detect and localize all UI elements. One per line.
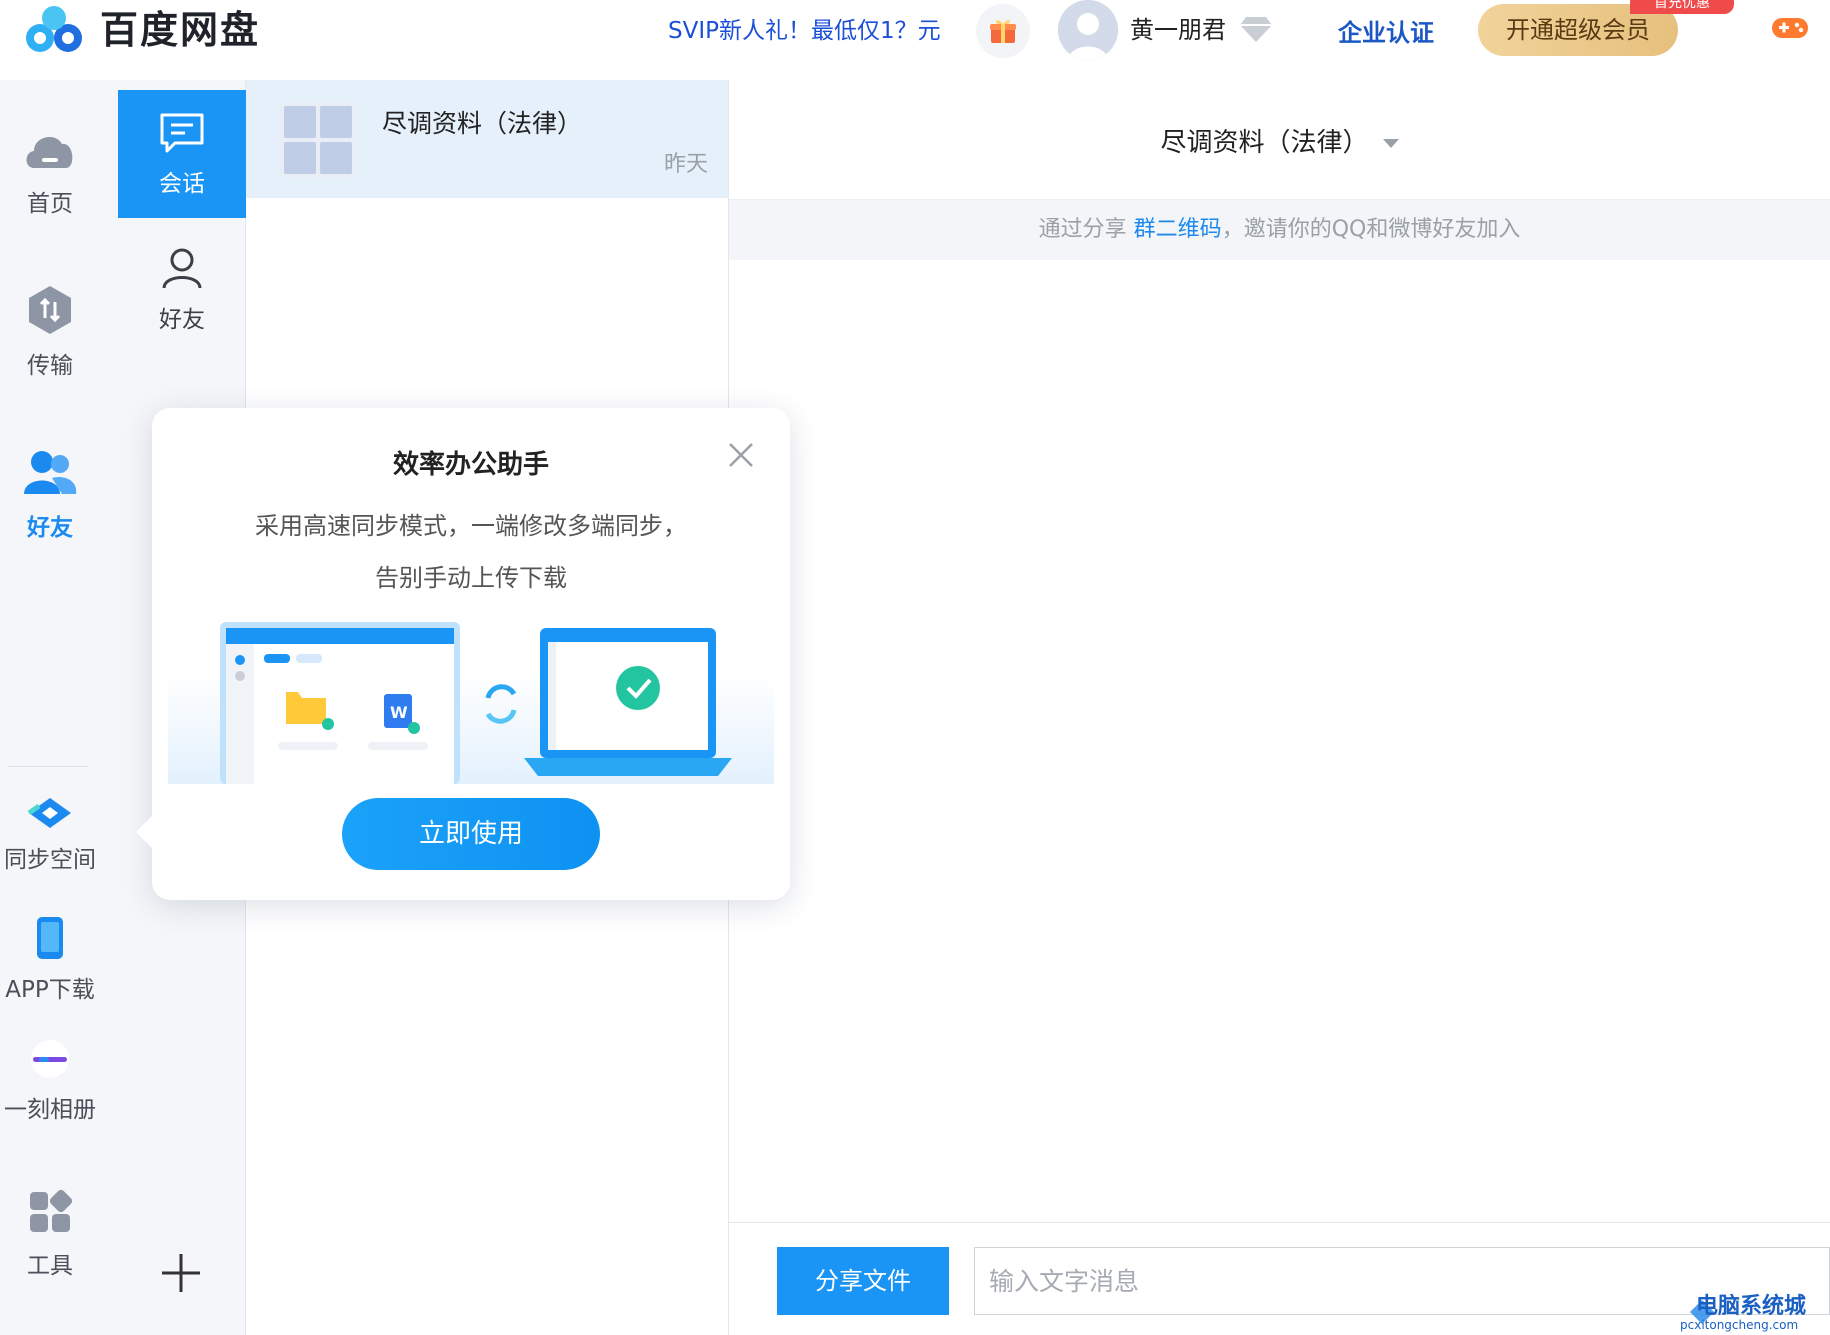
transfer-icon (29, 286, 71, 334)
vip-badge: 首充优惠 (1630, 0, 1734, 14)
chat-icon (160, 113, 204, 153)
efficiency-assistant-popup: 效率办公助手 采用高速同步模式，一端修改多端同步， 告别手动上传下载 W 立即使… (136, 408, 790, 900)
chat-title[interactable]: 尽调资料（法律） (729, 122, 1830, 159)
person-icon (162, 248, 202, 289)
app-title: 百度网盘 (100, 8, 261, 52)
conversation-time: 昨天 (663, 152, 708, 177)
invite-bar: 通过分享 群二维码，邀请你的QQ和微博好友加入 (729, 200, 1830, 260)
nav-item-friends[interactable]: 好友 (0, 448, 100, 542)
group-avatar (280, 102, 356, 178)
avatar-placeholder-icon (1058, 0, 1118, 60)
cloud-icon (26, 136, 73, 168)
nav-item-app-download[interactable]: APP下载 (0, 916, 100, 1004)
invite-prefix: 通过分享 (1038, 217, 1127, 242)
svg-text:W: W (390, 703, 408, 722)
tools-icon (30, 1189, 73, 1232)
popup-title: 效率办公助手 (392, 450, 549, 480)
nav-label-transfer: 传输 (27, 353, 73, 379)
nav-item-tools[interactable]: 工具 (0, 1188, 100, 1280)
watermark-text: 电脑系统城 (1696, 1294, 1807, 1319)
use-now-button[interactable]: 立即使用 (342, 798, 600, 870)
nav-label-sync-space: 同步空间 (4, 847, 96, 873)
group-qrcode-link[interactable]: 群二维码 (1134, 217, 1222, 242)
popup-arrow (136, 816, 152, 848)
svip-promo-link[interactable]: SVIP新人礼！最低仅1？元 (668, 12, 941, 50)
popup-description: 采用高速同步模式，一端修改多端同步， 告别手动上传下载 (152, 500, 790, 604)
popup-desc-line2: 告别手动上传下载 (375, 564, 567, 592)
subnav-label-chats: 会话 (159, 171, 205, 197)
watermark-url: pcxitongcheng.com (1680, 1318, 1799, 1332)
close-icon[interactable] (726, 440, 756, 470)
baidu-netdisk-logo (26, 6, 82, 52)
nav-item-sync-space[interactable]: 同步空间 (0, 796, 100, 874)
conversation-item[interactable]: 尽调资料（法律） 昨天 (246, 80, 728, 198)
phone-icon (37, 917, 63, 959)
nav-label-tools: 工具 (27, 1253, 73, 1279)
user-avatar[interactable] (1058, 0, 1118, 60)
nav-item-transfer[interactable]: 传输 (0, 284, 100, 380)
sync-illustration: W (168, 622, 774, 784)
nav-divider (8, 766, 88, 767)
subnav-item-friends[interactable]: 好友 (118, 246, 246, 366)
nav-item-home[interactable]: 首页 (0, 124, 100, 218)
gift-button[interactable] (976, 4, 1030, 58)
subnav-item-chats[interactable]: 会话 (118, 90, 246, 218)
share-file-button[interactable]: 分享文件 (777, 1247, 949, 1315)
diamond-icon[interactable] (1238, 14, 1274, 44)
gift-icon (990, 20, 1016, 43)
nav-label-home: 首页 (27, 191, 73, 217)
add-icon[interactable] (160, 1252, 202, 1294)
app-window: 百度网盘 SVIP新人礼！最低仅1？元 黄一朋君 企业认证 开通超级会员 首充优… (0, 0, 1830, 1335)
popup-desc-line1: 采用高速同步模式，一端修改多端同步， (255, 512, 687, 540)
friends-icon (24, 451, 77, 494)
enterprise-verify-link[interactable]: 企业认证 (1338, 14, 1434, 52)
nav-label-friends: 好友 (27, 515, 73, 541)
chat-title-text: 尽调资料（法律） (1160, 128, 1369, 158)
subnav-label-friends: 好友 (159, 307, 205, 333)
nav-item-album[interactable]: 一刻相册 (0, 1038, 100, 1124)
album-icon (31, 1040, 69, 1078)
username[interactable]: 黄一朋君 (1130, 12, 1226, 48)
caret-down-icon (1382, 139, 1399, 148)
gamepad-icon[interactable] (1770, 12, 1810, 44)
invite-suffix: ，邀请你的QQ和微博好友加入 (1221, 217, 1521, 242)
main-sidebar: 首页 传输 好友 同步空间 APP下载 一刻相册 工具 (0, 80, 118, 1335)
top-header: 百度网盘 SVIP新人礼！最低仅1？元 黄一朋君 企业认证 开通超级会员 首充优… (0, 0, 1830, 80)
conversation-name: 尽调资料（法律） (382, 109, 583, 138)
chat-panel: 尽调资料（法律） 通过分享 群二维码，邀请你的QQ和微博好友加入 分享文件 (729, 80, 1830, 1335)
chat-footer: 分享文件 (729, 1222, 1830, 1335)
nav-label-app-download: APP下载 (5, 977, 95, 1003)
chat-header: 尽调资料（法律） (729, 80, 1830, 200)
nav-label-album: 一刻相册 (4, 1097, 96, 1123)
sync-space-icon (27, 798, 71, 828)
